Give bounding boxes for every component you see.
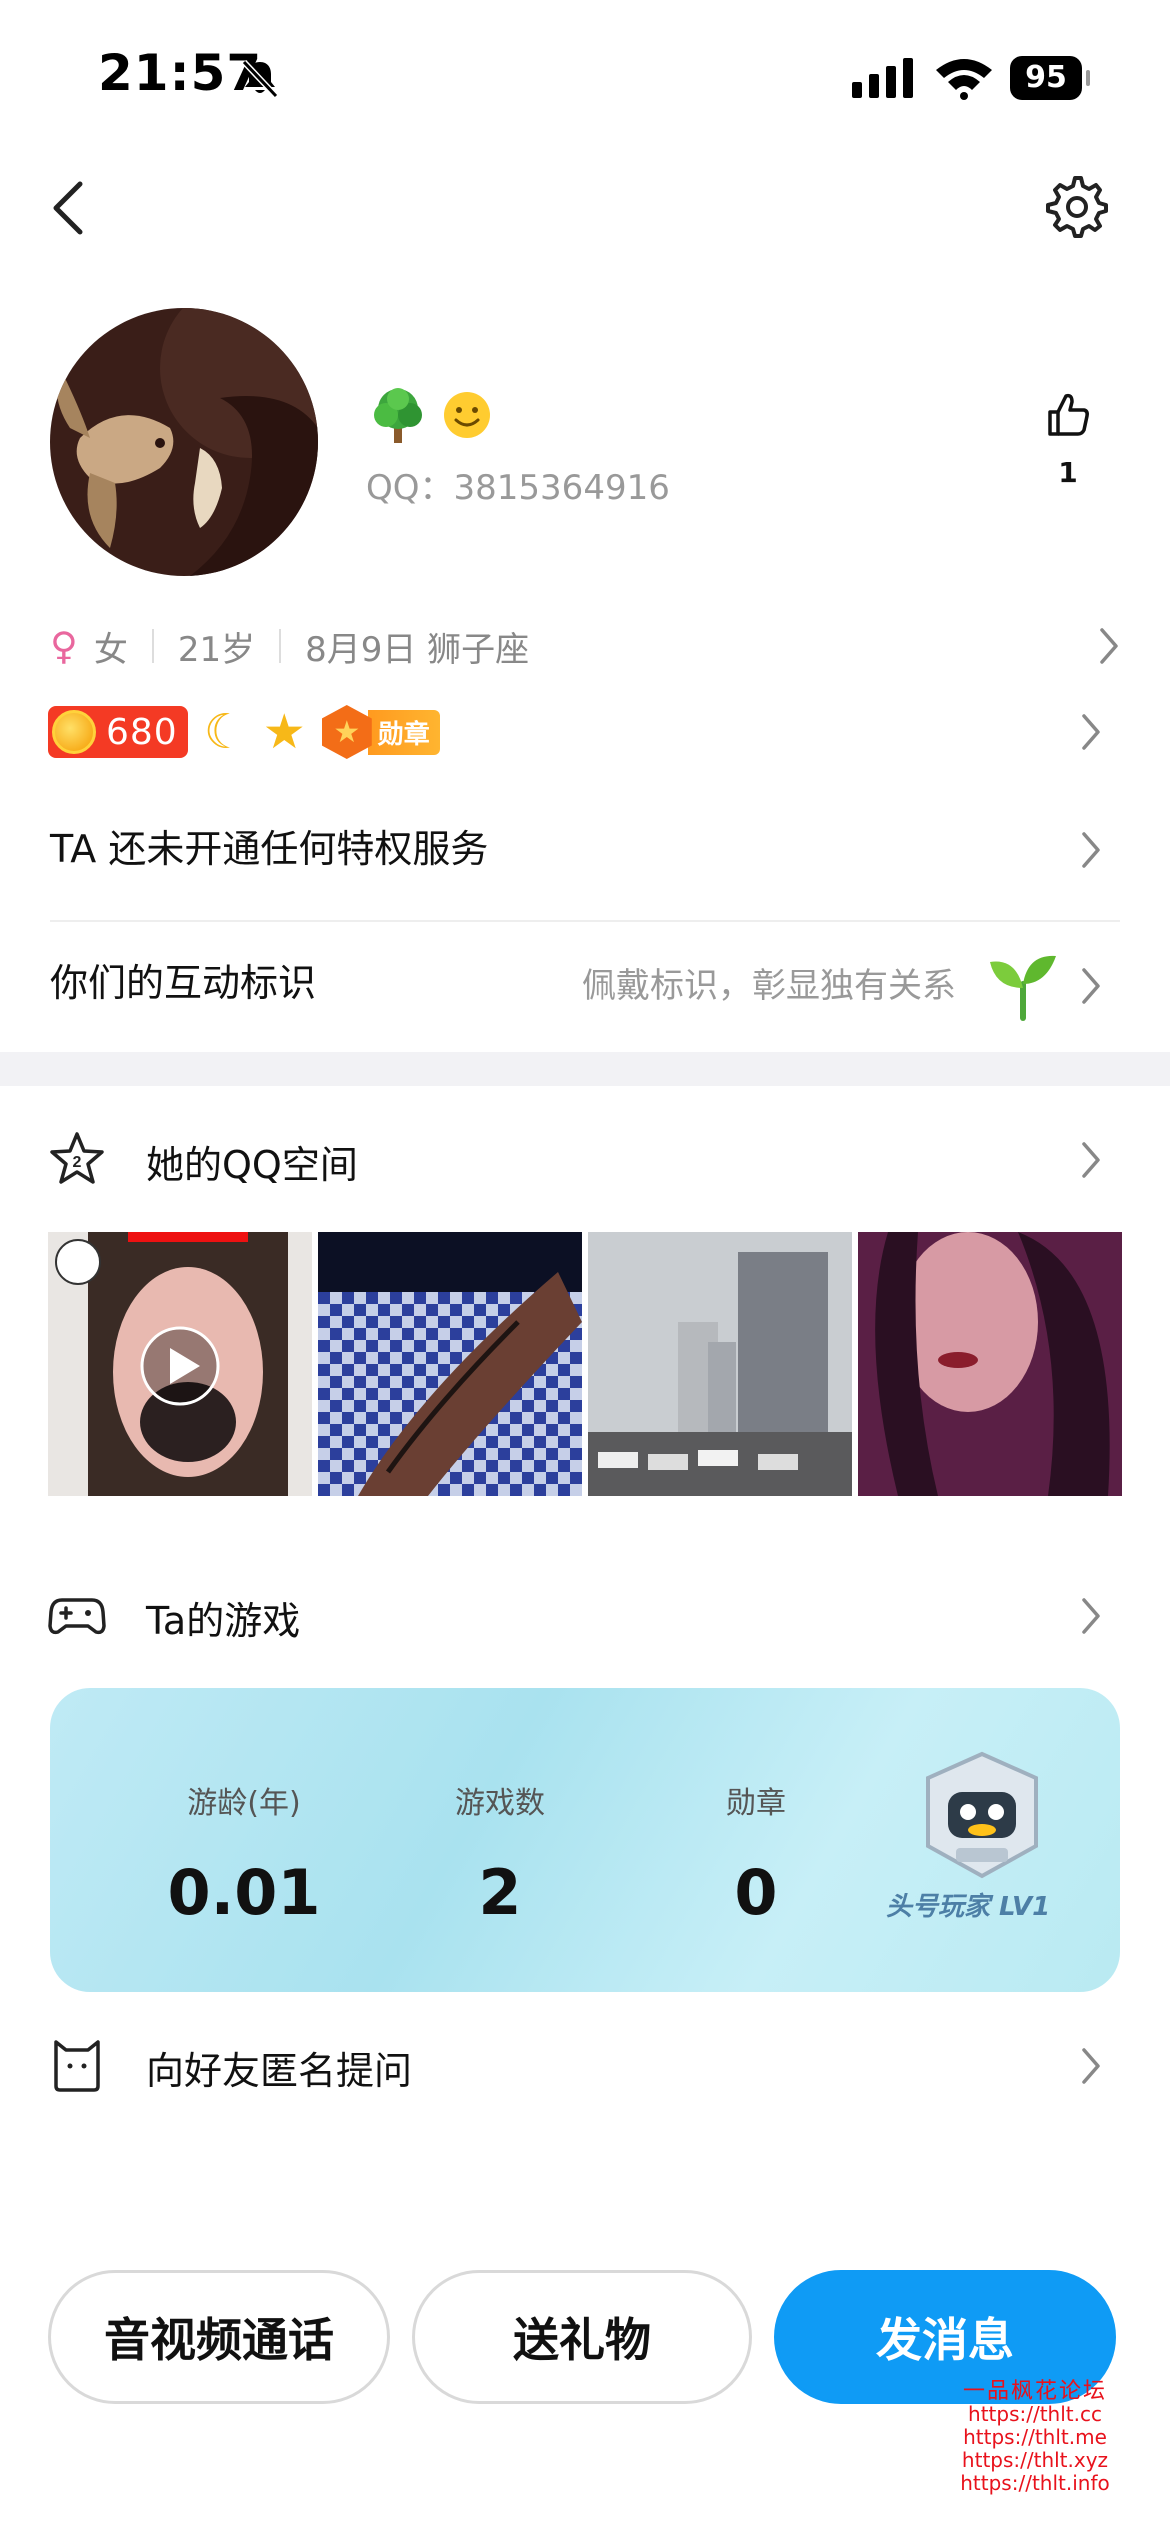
qq-number: QQ：3815364916 (366, 468, 670, 508)
game-stat-value: 0.01 (167, 1856, 321, 1929)
tree-icon (374, 388, 422, 443)
cat-bag-icon (54, 2040, 100, 2092)
watermark-line: https://thlt.me (963, 2425, 1107, 2449)
gamepad-icon (48, 1598, 106, 1635)
gender-text: 女 (93, 629, 128, 670)
game-stat-count: 游戏数 2 (400, 1778, 600, 1929)
battery-level: 95 (1010, 56, 1082, 100)
chevron-right-icon (1082, 1598, 1100, 1634)
qzone-photo[interactable] (858, 1232, 1122, 1496)
player-level-label: 头号玩家 LV1 (886, 1892, 1051, 1922)
chevron-right-icon (1082, 2048, 1100, 2084)
privilege-row[interactable]: TA 还未开通任何特权服务 (50, 818, 488, 873)
chevron-right-icon (1082, 968, 1100, 1004)
like-button[interactable]: 1 (1038, 390, 1098, 489)
chevron-right-icon (1082, 832, 1100, 868)
watermark-title: 一品枫花论坛 (962, 2379, 1107, 2404)
interaction-hint: 佩戴标识，彰显独有关系 (582, 966, 956, 1006)
games-title[interactable]: Ta的游戏 (146, 1590, 300, 1645)
bell-off-icon (241, 59, 279, 99)
game-stat-value: 2 (478, 1856, 522, 1929)
qzone-title[interactable]: 她的QQ空间 (146, 1134, 358, 1189)
medal-badge: ★ 勋章 (321, 705, 440, 759)
star-icon: ★ (262, 704, 306, 760)
game-stat-label: 勋章 (726, 1786, 786, 1821)
qzone-photo[interactable] (588, 1232, 852, 1496)
svg-text:2: 2 (73, 1154, 82, 1171)
section-separator (0, 1052, 1170, 1086)
game-stat-label: 游戏数 (455, 1786, 545, 1821)
watermark-line: https://thlt.cc (968, 2402, 1102, 2426)
chevron-right-icon (1100, 628, 1118, 664)
signal-icon (852, 58, 913, 98)
medal-label: 勋章 (367, 709, 440, 755)
game-stat-label: 游龄(年) (187, 1786, 301, 1821)
qzone-video-thumbnail[interactable] (48, 1232, 312, 1496)
age-text: 21岁 (177, 629, 256, 670)
anonymous-ask-title[interactable]: 向好友匿名提问 (146, 2040, 412, 2095)
female-icon: ♀ (50, 624, 78, 668)
qzone-photo[interactable] (318, 1232, 582, 1496)
watermark-line: https://thlt.info (960, 2471, 1110, 2495)
qzone-star-icon: 2 (50, 1132, 104, 1184)
like-count: 1 (1058, 456, 1078, 489)
birthday-text: 8月9日 狮子座 (305, 629, 530, 670)
level-badge: 680 (48, 706, 188, 758)
wifi-icon (936, 59, 992, 100)
settings-gear-icon[interactable] (1046, 176, 1108, 238)
video-call-button[interactable]: 音视频通话 (48, 2270, 390, 2404)
chevron-right-icon (1082, 1142, 1100, 1178)
smiley-icon (444, 392, 490, 438)
coin-icon (52, 710, 96, 754)
send-gift-button[interactable]: 送礼物 (412, 2270, 752, 2404)
chevron-right-icon (1082, 714, 1100, 750)
thumbs-up-icon (1048, 393, 1089, 436)
status-emoji-row (368, 385, 492, 445)
watermark: 一品枫花论坛 https://thlt.cc https://thlt.me h… (950, 2380, 1120, 2495)
medal-icon: ★ (321, 705, 372, 759)
battery-indicator: 95 (1010, 56, 1090, 100)
divider (50, 920, 1120, 922)
player-helmet-icon (926, 1751, 1038, 1879)
qzone-photo-strip (48, 1232, 1122, 1496)
game-stat-value: 0 (734, 1856, 778, 1929)
back-button[interactable] (46, 176, 94, 240)
basic-info-row[interactable]: ♀ 女 21岁 8月9日 狮子座 (50, 618, 1120, 674)
badges-row[interactable]: 680 ☾ ★ ★ 勋章 (48, 700, 440, 764)
game-stat-years: 游龄(年) 0.01 (144, 1778, 344, 1929)
game-stat-medals: 勋章 0 (656, 1778, 856, 1929)
sprout-icon (990, 955, 1056, 1021)
game-stats-card[interactable]: 游龄(年) 0.01 游戏数 2 勋章 0 头号玩家 LV1 (50, 1688, 1120, 1992)
level-value: 680 (106, 711, 178, 753)
watermark-line: https://thlt.xyz (961, 2448, 1109, 2472)
moon-icon: ☾ (203, 704, 247, 760)
interaction-badge-row[interactable]: 你们的互动标识 (50, 952, 316, 1007)
avatar[interactable] (50, 308, 318, 576)
